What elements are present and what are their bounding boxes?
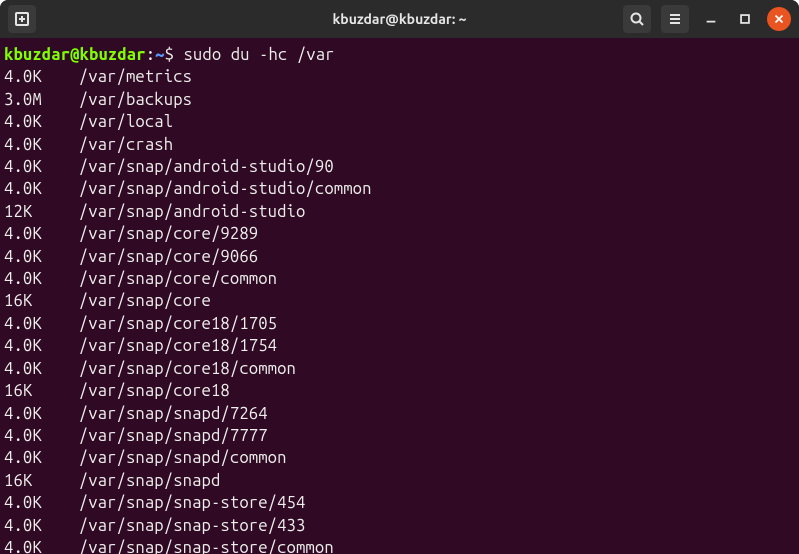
size-cell: 4.0K (4, 66, 79, 88)
output-row: 4.0K/var/snap/snap-store/common (4, 537, 795, 554)
output-row: 16K/var/snap/snapd (4, 470, 795, 492)
prompt-dollar: $ (165, 45, 184, 64)
path-cell: /var/snap/core18/1705 (79, 314, 277, 333)
output-row: 4.0K/var/snap/core/common (4, 268, 795, 290)
size-cell: 4.0K (4, 156, 79, 178)
size-cell: 4.0K (4, 246, 79, 268)
maximize-icon (738, 12, 752, 26)
path-cell: /var/snap/snapd/7777 (79, 426, 268, 445)
path-cell: /var/snap/core18 (79, 381, 230, 400)
path-cell: /var/local (79, 112, 173, 131)
output-row: 16K/var/snap/core18 (4, 380, 795, 402)
terminal-window: kbuzdar@kbuzdar: ~ (0, 0, 799, 554)
new-tab-button[interactable] (8, 5, 36, 33)
size-cell: 4.0K (4, 358, 79, 380)
size-cell: 4.0K (4, 178, 79, 200)
path-cell: /var/crash (79, 135, 173, 154)
path-cell: /var/snap/snapd/7264 (79, 404, 268, 423)
prompt-path: ~ (155, 45, 164, 64)
path-cell: /var/snap/android-studio/90 (79, 157, 334, 176)
output-row: 4.0K/var/snap/snapd/common (4, 447, 795, 469)
close-icon (772, 12, 786, 26)
output-row: 4.0K/var/snap/core18/common (4, 358, 795, 380)
search-button[interactable] (623, 5, 651, 33)
output-row: 4.0K/var/snap/android-studio/90 (4, 156, 795, 178)
size-cell: 4.0K (4, 537, 79, 554)
output-row: 4.0K/var/snap/snapd/7777 (4, 425, 795, 447)
output-row: 4.0K/var/snap/core18/1705 (4, 313, 795, 335)
minimize-icon (704, 12, 718, 26)
size-cell: 4.0K (4, 134, 79, 156)
path-cell: /var/snap/snap-store/454 (79, 493, 306, 512)
size-cell: 3.0M (4, 89, 79, 111)
hamburger-icon (667, 11, 683, 27)
prompt-user: kbuzdar@kbuzdar (4, 45, 146, 64)
new-tab-icon (14, 11, 30, 27)
path-cell: /var/backups (79, 90, 192, 109)
size-cell: 16K (4, 290, 79, 312)
size-cell: 4.0K (4, 335, 79, 357)
output-row: 4.0K/var/snap/core/9289 (4, 223, 795, 245)
path-cell: /var/snap/core18/common (79, 359, 296, 378)
path-cell: /var/snap/core (79, 291, 211, 310)
output-row: 4.0K/var/snap/core18/1754 (4, 335, 795, 357)
output-row: 4.0K/var/snap/snap-store/433 (4, 515, 795, 537)
path-cell: /var/snap/snapd (79, 471, 221, 490)
size-cell: 12K (4, 201, 79, 223)
prompt-sep: : (146, 45, 155, 64)
size-cell: 4.0K (4, 515, 79, 537)
size-cell: 4.0K (4, 403, 79, 425)
path-cell: /var/snap/snapd/common (79, 448, 287, 467)
output-row: 16K/var/snap/core (4, 290, 795, 312)
path-cell: /var/snap/core/9066 (79, 247, 258, 266)
output-row: 4.0K/var/snap/core/9066 (4, 246, 795, 268)
size-cell: 16K (4, 380, 79, 402)
size-cell: 4.0K (4, 425, 79, 447)
output-row: 4.0K/var/snap/snapd/7264 (4, 403, 795, 425)
search-icon (629, 11, 645, 27)
prompt-line: kbuzdar@kbuzdar:~$ sudo du -hc /var (4, 44, 795, 66)
path-cell: /var/snap/core/9289 (79, 224, 258, 243)
output-row: 4.0K/var/metrics (4, 66, 795, 88)
size-cell: 4.0K (4, 313, 79, 335)
path-cell: /var/snap/snap-store/433 (79, 516, 306, 535)
close-button[interactable] (767, 7, 791, 31)
titlebar: kbuzdar@kbuzdar: ~ (0, 0, 799, 38)
size-cell: 4.0K (4, 268, 79, 290)
path-cell: /var/snap/android-studio/common (79, 179, 372, 198)
output-row: 3.0M/var/backups (4, 89, 795, 111)
size-cell: 4.0K (4, 111, 79, 133)
output-row: 4.0K/var/local (4, 111, 795, 133)
terminal-body[interactable]: kbuzdar@kbuzdar:~$ sudo du -hc /var4.0K/… (0, 38, 799, 554)
size-cell: 4.0K (4, 223, 79, 245)
maximize-button[interactable] (733, 7, 757, 31)
command-text: sudo du -hc /var (183, 45, 334, 64)
output-row: 4.0K/var/snap/android-studio/common (4, 178, 795, 200)
output-row: 4.0K/var/crash (4, 134, 795, 156)
output-row: 4.0K/var/snap/snap-store/454 (4, 492, 795, 514)
path-cell: /var/snap/core18/1754 (79, 336, 277, 355)
minimize-button[interactable] (699, 7, 723, 31)
output-row: 12K/var/snap/android-studio (4, 201, 795, 223)
path-cell: /var/metrics (79, 67, 192, 86)
size-cell: 16K (4, 470, 79, 492)
size-cell: 4.0K (4, 492, 79, 514)
path-cell: /var/snap/android-studio (79, 202, 306, 221)
hamburger-menu-button[interactable] (661, 5, 689, 33)
path-cell: /var/snap/core/common (79, 269, 277, 288)
path-cell: /var/snap/snap-store/common (79, 538, 334, 554)
size-cell: 4.0K (4, 447, 79, 469)
